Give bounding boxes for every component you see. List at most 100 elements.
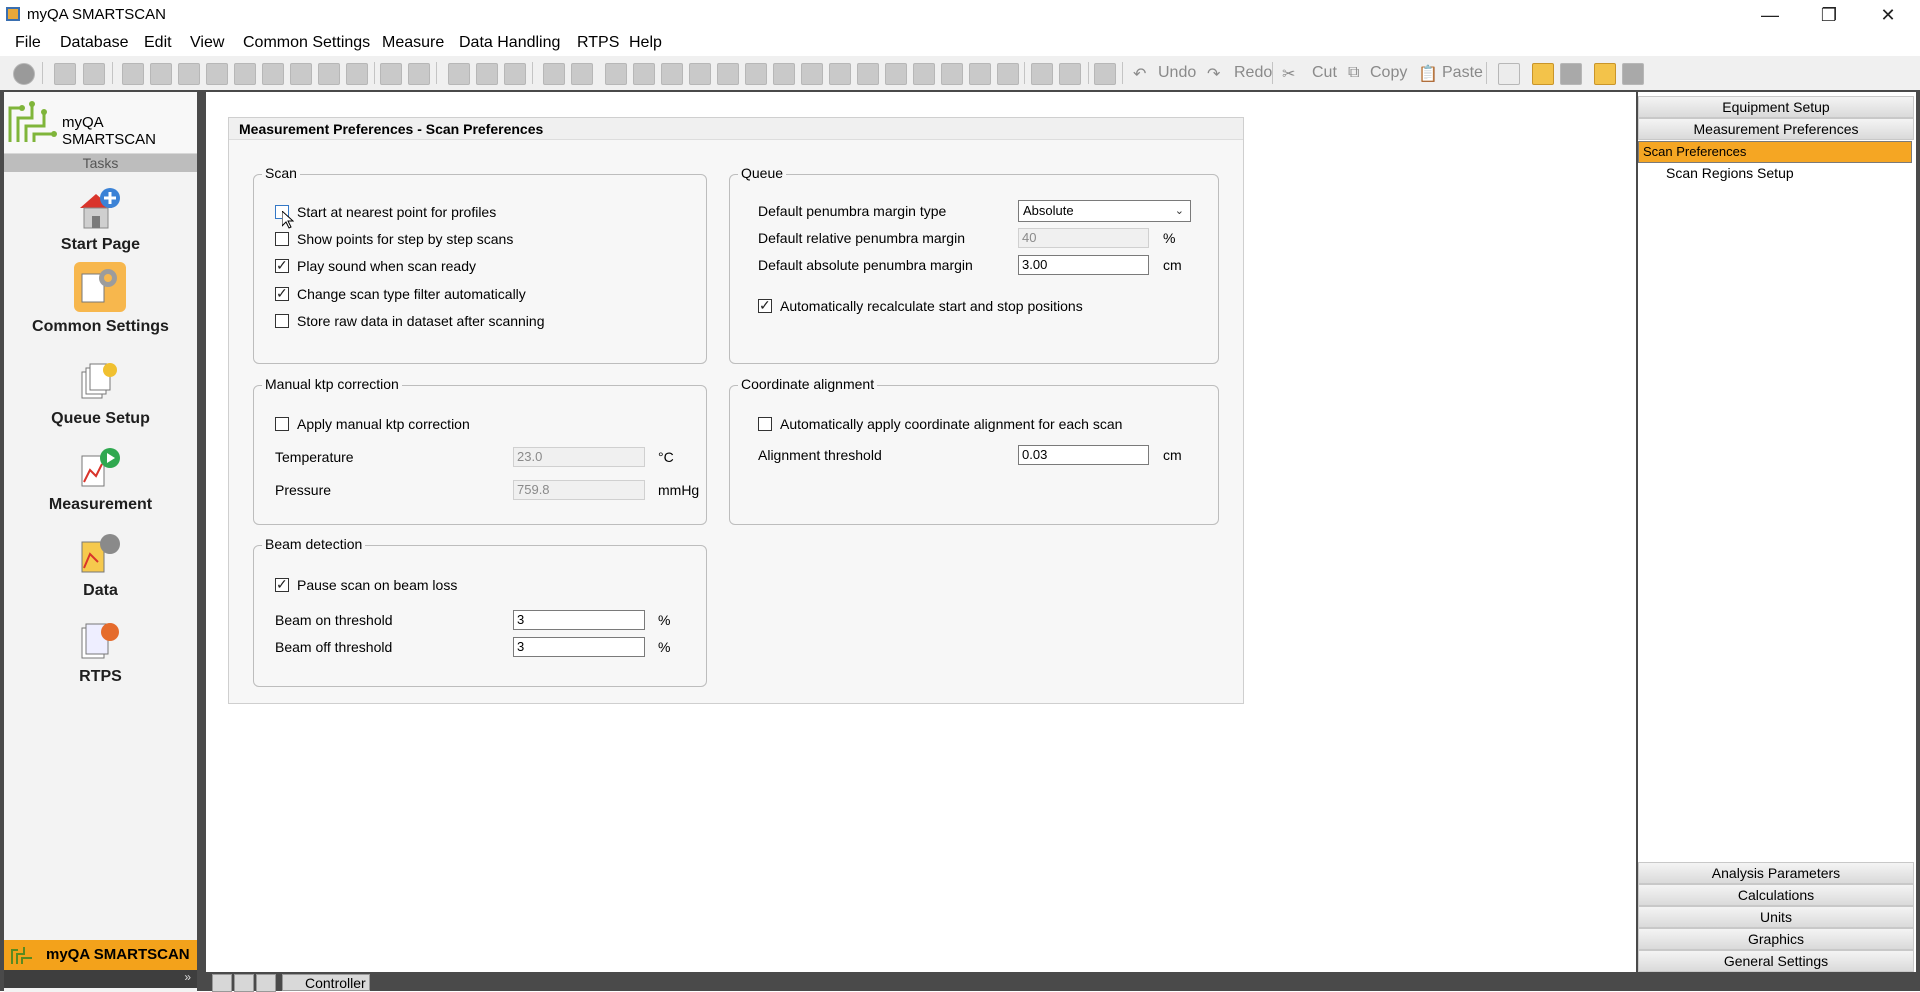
- curve-icon[interactable]: [605, 63, 627, 85]
- profile-grid-icon[interactable]: [504, 63, 526, 85]
- analysis-bd-icon[interactable]: [571, 63, 593, 85]
- window-alt-icon[interactable]: [408, 63, 430, 85]
- checkbox-change-filter[interactable]: [275, 285, 289, 302]
- curve-bar-icon[interactable]: [801, 63, 823, 85]
- temperature-input[interactable]: 23.0: [513, 447, 645, 467]
- scan-pr-icon[interactable]: [262, 63, 284, 85]
- profile-icon[interactable]: [448, 63, 470, 85]
- analysis-icon[interactable]: [543, 63, 565, 85]
- menu-help[interactable]: Help: [629, 34, 662, 52]
- nav-units[interactable]: Units: [1638, 906, 1914, 928]
- new-document-icon[interactable]: [1498, 63, 1520, 85]
- grid-merge-icon[interactable]: [997, 63, 1019, 85]
- nav-analysis-parameters[interactable]: Analysis Parameters: [1638, 862, 1914, 884]
- restore-button[interactable]: ❐: [1800, 0, 1858, 30]
- task-rtps[interactable]: RTPS: [4, 618, 197, 704]
- import-icon[interactable]: [1059, 63, 1081, 85]
- paste-button[interactable]: Paste: [1442, 64, 1483, 82]
- bottom-brand-bar[interactable]: myQA SMARTSCAN: [4, 940, 197, 970]
- panel-expander-button[interactable]: »: [4, 970, 197, 988]
- menu-measure[interactable]: Measure: [382, 34, 444, 52]
- redo-button[interactable]: Redo: [1234, 64, 1272, 82]
- alignment-threshold-input[interactable]: 0.03: [1018, 445, 1149, 465]
- checkbox-pause-beam-loss[interactable]: [275, 576, 289, 593]
- view-mode-icon[interactable]: [212, 974, 232, 992]
- checkbox-store-raw[interactable]: [275, 314, 289, 328]
- task-measurement[interactable]: Measurement: [4, 446, 197, 532]
- beam-on-input[interactable]: 3: [513, 610, 645, 630]
- task-data[interactable]: Data: [4, 532, 197, 618]
- gear-icon[interactable]: [1094, 63, 1116, 85]
- scan-cr-icon[interactable]: [178, 63, 200, 85]
- nav-scan-preferences[interactable]: Scan Preferences: [1638, 141, 1912, 163]
- nav-equipment-setup[interactable]: Equipment Setup: [1638, 96, 1914, 118]
- redo-icon[interactable]: ↷: [1207, 64, 1220, 84]
- nav-scan-regions-setup[interactable]: Scan Regions Setup: [1638, 163, 1912, 183]
- minimize-button[interactable]: —: [1741, 0, 1799, 30]
- copy-icon[interactable]: ⧉: [1348, 64, 1359, 82]
- curve-slope-icon[interactable]: [773, 63, 795, 85]
- grid-table-icon[interactable]: [941, 63, 963, 85]
- controller-tab[interactable]: Controller: [282, 974, 370, 991]
- curve-edge-icon[interactable]: [745, 63, 767, 85]
- checkbox-play-sound[interactable]: [275, 257, 289, 274]
- nav-general-settings[interactable]: General Settings: [1638, 950, 1914, 972]
- curve-step-icon[interactable]: [689, 63, 711, 85]
- nav-measurement-preferences[interactable]: Measurement Preferences: [1638, 118, 1914, 140]
- menu-view[interactable]: View: [190, 34, 224, 52]
- save-queue-icon[interactable]: [1622, 63, 1644, 85]
- nav-graphics[interactable]: Graphics: [1638, 928, 1914, 950]
- checkbox-apply-ktp[interactable]: [275, 417, 289, 431]
- curve-flat-icon[interactable]: [717, 63, 739, 85]
- scan-3d-icon[interactable]: [318, 63, 340, 85]
- task-common-settings[interactable]: Common Settings: [4, 222, 197, 335]
- beam-off-input[interactable]: 3: [513, 637, 645, 657]
- checkbox-show-points[interactable]: [275, 232, 289, 246]
- save-icon[interactable]: [1560, 63, 1582, 85]
- undo-button[interactable]: Undo: [1158, 64, 1196, 82]
- menu-rtps[interactable]: RTPS: [577, 34, 619, 52]
- menu-common-settings[interactable]: Common Settings: [243, 34, 370, 52]
- open-folder-icon[interactable]: [1532, 63, 1554, 85]
- scan-ds-icon[interactable]: [122, 63, 144, 85]
- scan-dplus-icon[interactable]: [234, 63, 256, 85]
- checkbox-apply-alignment[interactable]: [758, 417, 772, 431]
- grid-chart-icon[interactable]: [913, 63, 935, 85]
- info-icon[interactable]: [13, 63, 35, 85]
- scan-sequence-icon[interactable]: [346, 63, 368, 85]
- menu-file[interactable]: File: [15, 34, 41, 52]
- scan-in-icon[interactable]: [150, 63, 172, 85]
- checkbox-recalculate[interactable]: [758, 297, 772, 314]
- chart-view-icon[interactable]: [234, 974, 254, 992]
- profile-alt-icon[interactable]: [476, 63, 498, 85]
- penumbra-type-select[interactable]: Absolute ⌄: [1018, 200, 1191, 222]
- window-icon[interactable]: [380, 63, 402, 85]
- curve-dip-icon[interactable]: [885, 63, 907, 85]
- curve-wave-icon[interactable]: [829, 63, 851, 85]
- chart-icon[interactable]: [54, 63, 76, 85]
- tools-view-icon[interactable]: [256, 974, 276, 992]
- pressure-input[interactable]: 759.8: [513, 480, 645, 500]
- menu-database[interactable]: Database: [60, 34, 129, 52]
- nav-calculations[interactable]: Calculations: [1638, 884, 1914, 906]
- absolute-margin-input[interactable]: 3.00: [1018, 255, 1149, 275]
- close-button[interactable]: ✕: [1859, 0, 1917, 30]
- menu-edit[interactable]: Edit: [144, 34, 172, 52]
- curve-alt-icon[interactable]: [633, 63, 655, 85]
- curve-ramp-icon[interactable]: [857, 63, 879, 85]
- task-queue-setup[interactable]: Queue Setup: [4, 360, 197, 446]
- menu-data-handling[interactable]: Data Handling: [459, 34, 560, 52]
- copy-button[interactable]: Copy: [1370, 64, 1407, 82]
- open-queue-icon[interactable]: [1594, 63, 1616, 85]
- curve-peak-icon[interactable]: [661, 63, 683, 85]
- grid-cells-icon[interactable]: [969, 63, 991, 85]
- scan-d-icon[interactable]: [206, 63, 228, 85]
- table-icon[interactable]: [83, 63, 105, 85]
- paste-icon[interactable]: 📋: [1418, 64, 1438, 84]
- cut-button[interactable]: Cut: [1312, 64, 1337, 82]
- cut-icon[interactable]: ✂: [1282, 64, 1295, 84]
- relative-margin-input[interactable]: 40: [1018, 228, 1149, 248]
- scan-af-icon[interactable]: [290, 63, 312, 85]
- undo-icon[interactable]: ↶: [1133, 64, 1146, 84]
- export-icon[interactable]: [1031, 63, 1053, 85]
